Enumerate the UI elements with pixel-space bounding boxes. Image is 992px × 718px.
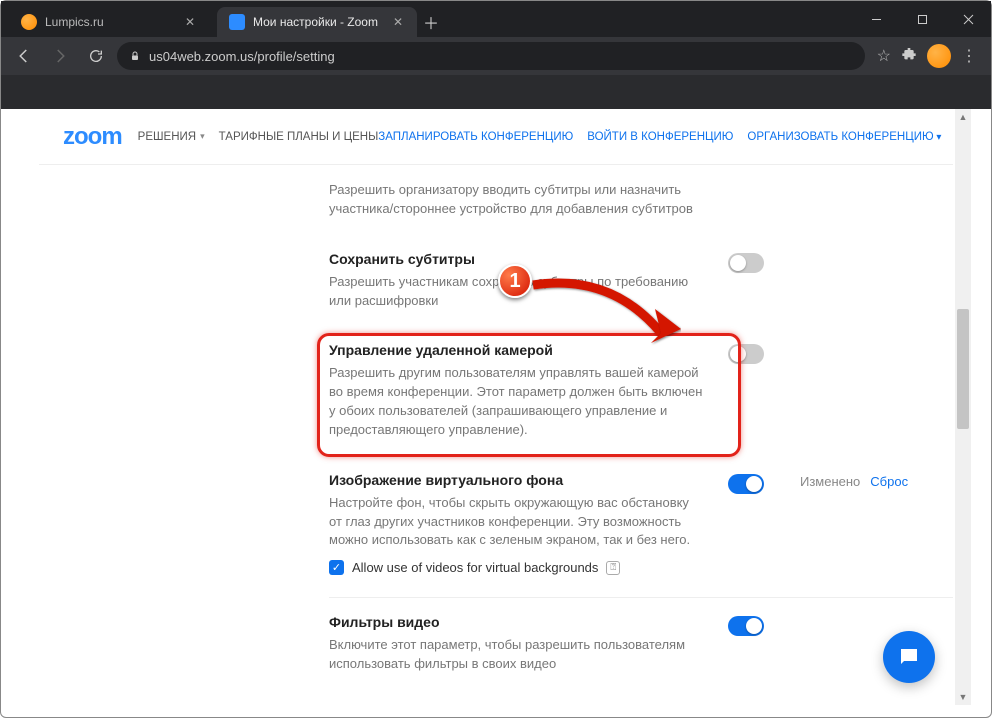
close-icon[interactable]: ✕ (391, 15, 405, 29)
browser-tab[interactable]: Мои настройки - Zoom ✕ (217, 7, 417, 37)
browser-tab[interactable]: Lumpics.ru ✕ (9, 7, 209, 37)
nav-schedule[interactable]: ЗАПЛАНИРОВАТЬ КОНФЕРЕНЦИЮ (378, 131, 573, 143)
browser-titlebar: Lumpics.ru ✕ Мои настройки - Zoom ✕ ＋ (1, 1, 991, 37)
new-tab-button[interactable]: ＋ (417, 7, 445, 37)
forward-button[interactable] (45, 41, 75, 71)
nav-join[interactable]: ВОЙТИ В КОНФЕРЕНЦИЮ (587, 131, 733, 143)
settings-list: Разрешить организатору вводить субтитры … (39, 165, 953, 690)
toggle-switch[interactable] (728, 616, 764, 636)
nav-solutions[interactable]: РЕШЕНИЯ (138, 131, 205, 143)
bookmark-icon[interactable]: ☆ (877, 46, 891, 66)
toggle-switch[interactable] (728, 253, 764, 273)
chat-icon (897, 645, 921, 669)
setting-desc: Разрешить участникам сохранять субтитры … (329, 273, 704, 311)
setting-desc: Разрешить другим пользователям управлять… (329, 364, 704, 439)
help-icon[interactable]: ⍰ (606, 561, 620, 575)
url-input[interactable]: us04web.zoom.us/profile/setting (117, 42, 865, 70)
zoom-header: zoom РЕШЕНИЯ ТАРИФНЫЕ ПЛАНЫ И ЦЕНЫ ЗАПЛА… (39, 109, 953, 165)
scrollbar[interactable]: ▲ ▼ (955, 109, 971, 705)
lock-icon (129, 50, 141, 62)
extensions-icon[interactable] (901, 46, 917, 67)
setting-desc: Разрешить организатору вводить субтитры … (329, 181, 704, 219)
setting-desc: Настройте фон, чтобы скрыть окружающую в… (329, 494, 704, 551)
back-button[interactable] (9, 41, 39, 71)
tab-title: Lumpics.ru (45, 15, 175, 29)
checkbox-icon[interactable]: ✓ (329, 560, 344, 575)
url-text: us04web.zoom.us/profile/setting (149, 49, 335, 64)
window-close-button[interactable] (945, 1, 991, 37)
setting-row: Изображение виртуального фона Настройте … (329, 456, 953, 592)
setting-desc: Включите этот параметр, чтобы разрешить … (329, 636, 704, 674)
close-icon[interactable]: ✕ (183, 15, 197, 29)
scroll-up-icon[interactable]: ▲ (955, 109, 971, 125)
page-content: zoom РЕШЕНИЯ ТАРИФНЫЕ ПЛАНЫ И ЦЕНЫ ЗАПЛА… (39, 109, 953, 705)
setting-title: Управление удаленной камерой (329, 342, 704, 358)
scrollbar-thumb[interactable] (957, 309, 969, 429)
nav-plans[interactable]: ТАРИФНЫЕ ПЛАНЫ И ЦЕНЫ (219, 131, 379, 143)
setting-row: Разрешить организатору вводить субтитры … (329, 165, 953, 235)
tab-favicon-icon (229, 14, 245, 30)
checkbox-label: Allow use of videos for virtual backgrou… (352, 560, 598, 575)
nav-host[interactable]: ОРГАНИЗОВАТЬ КОНФЕРЕНЦИЮ (747, 131, 941, 143)
tab-favicon-icon (21, 14, 37, 30)
setting-row-remote-camera: Управление удаленной камерой Разрешить д… (329, 326, 953, 455)
profile-avatar-icon[interactable] (927, 44, 951, 68)
setting-row: Сохранить субтитры Разрешить участникам … (329, 235, 953, 327)
setting-title: Сохранить субтитры (329, 251, 704, 267)
window-controls (853, 1, 991, 37)
bookmark-bar (1, 75, 991, 109)
scroll-down-icon[interactable]: ▼ (955, 689, 971, 705)
setting-row: Фильтры видео Включите этот параметр, чт… (329, 598, 953, 690)
minimize-button[interactable] (853, 1, 899, 37)
reset-link[interactable]: Сброс (870, 474, 908, 489)
header-nav-right: ЗАПЛАНИРОВАТЬ КОНФЕРЕНЦИЮ ВОЙТИ В КОНФЕР… (378, 122, 953, 152)
header-nav-left: РЕШЕНИЯ ТАРИФНЫЕ ПЛАНЫ И ЦЕНЫ (138, 131, 379, 143)
changed-label: Изменено (800, 474, 860, 489)
maximize-button[interactable] (899, 1, 945, 37)
browser-address-bar: us04web.zoom.us/profile/setting ☆ ⋮ (1, 37, 991, 75)
reload-button[interactable] (81, 41, 111, 71)
setting-title: Фильтры видео (329, 614, 704, 630)
zoom-logo[interactable]: zoom (63, 123, 122, 151)
toggle-switch[interactable] (728, 344, 764, 364)
checkbox-row[interactable]: ✓ Allow use of videos for virtual backgr… (329, 560, 704, 575)
chat-fab-button[interactable] (883, 631, 935, 683)
menu-icon[interactable]: ⋮ (961, 46, 977, 66)
setting-title: Изображение виртуального фона (329, 472, 704, 488)
toggle-switch[interactable] (728, 474, 764, 494)
tab-title: Мои настройки - Zoom (253, 15, 383, 29)
